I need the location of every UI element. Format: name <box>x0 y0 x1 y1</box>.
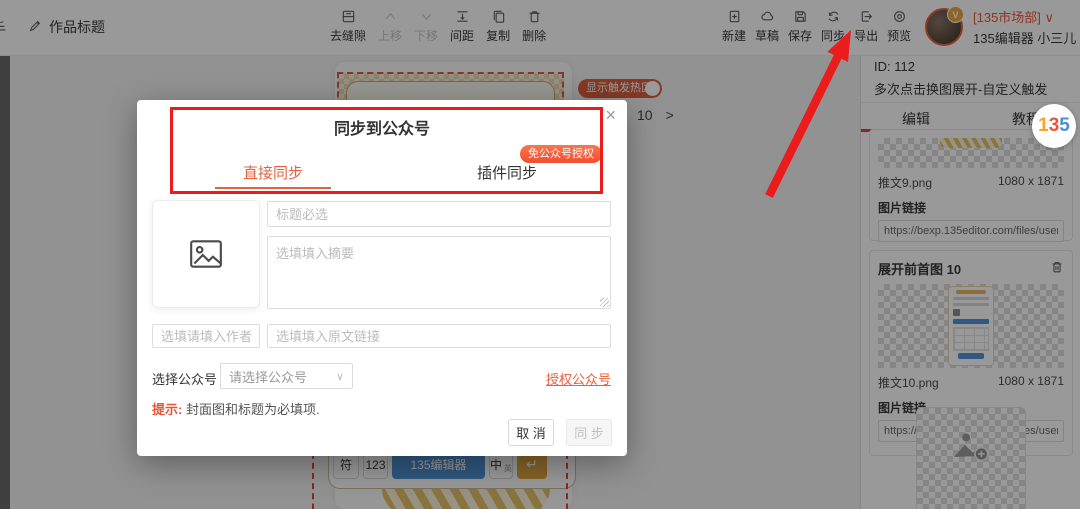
summary-textarea[interactable] <box>267 236 611 309</box>
title-input[interactable] <box>267 201 611 227</box>
chevron-down-icon: ∨ <box>335 370 344 383</box>
cover-image-upload[interactable] <box>152 200 260 308</box>
select-account-label: 选择公众号 <box>152 372 218 387</box>
brand-135-logo[interactable]: 135 <box>1032 104 1076 148</box>
author-input[interactable] <box>152 324 260 348</box>
tab-direct-sync[interactable]: 直接同步 <box>173 162 373 183</box>
authorize-account-link[interactable]: 授权公众号 <box>546 369 611 388</box>
dialog-title: 同步到公众号 <box>333 121 430 138</box>
active-tab-underline <box>215 187 331 189</box>
required-fields-tip: 提示: 封面图和标题为必填项. <box>152 402 320 417</box>
sync-submit-button[interactable]: 同 步 <box>566 419 612 446</box>
no-auth-badge: 免公众号授权 <box>520 145 602 163</box>
source-link-input[interactable] <box>267 324 611 348</box>
account-select[interactable]: 请选择公众号 ∨ <box>220 363 353 389</box>
sync-dialog: × 同步到公众号 直接同步 插件同步 免公众号授权 选择公众号 请选择公众号 ∨… <box>137 100 627 456</box>
tab-plugin-sync[interactable]: 插件同步 <box>407 162 607 183</box>
cancel-button[interactable]: 取 消 <box>508 419 554 446</box>
app-window: 手 作品标题 去缝隙 上移 <box>0 0 1080 509</box>
image-icon <box>190 240 222 268</box>
